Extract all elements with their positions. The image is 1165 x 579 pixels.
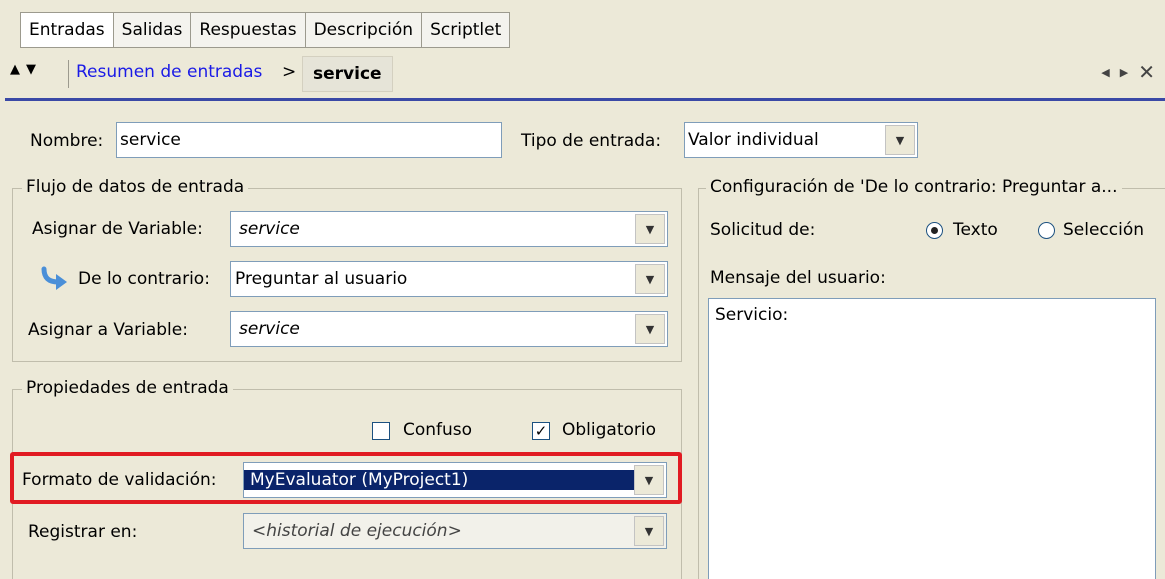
breadcrumb-separator: >: [282, 62, 297, 82]
tipo-entrada-select[interactable]: Valor individual ▼: [684, 122, 918, 158]
down-arrow-icon[interactable]: ▼: [26, 62, 38, 77]
right-arrow-icon[interactable]: ▶: [1120, 66, 1128, 79]
mensaje-textarea[interactable]: Servicio:: [708, 298, 1156, 579]
obligatorio-checkbox[interactable]: ✓: [532, 422, 550, 440]
nombre-input[interactable]: service: [116, 122, 502, 158]
confuso-label: Confuso: [403, 420, 473, 440]
formato-select[interactable]: MyEvaluator (MyProject1) ▼: [243, 462, 667, 498]
formato-value: MyEvaluator (MyProject1): [244, 470, 634, 490]
divider: [68, 60, 69, 88]
nombre-label: Nombre:: [30, 131, 104, 151]
chevron-down-icon[interactable]: ▼: [635, 264, 665, 294]
confuso-checkbox[interactable]: [372, 422, 390, 440]
asignar-a-select[interactable]: service ▼: [230, 311, 668, 347]
solicitud-label: Solicitud de:: [710, 220, 816, 240]
chevron-down-icon[interactable]: ▼: [885, 125, 915, 155]
breadcrumb-link[interactable]: Resumen de entradas: [76, 62, 262, 82]
window-controls: ◀ ▶ ✕: [1101, 62, 1155, 82]
formato-label: Formato de validación:: [22, 470, 217, 490]
registrar-select[interactable]: <historial de ejecución> ▼: [243, 513, 667, 549]
chevron-down-icon[interactable]: ▼: [635, 214, 665, 244]
chevron-down-icon[interactable]: ▼: [635, 314, 665, 344]
chevron-down-icon[interactable]: ▼: [634, 465, 664, 495]
radio-seleccion[interactable]: [1038, 222, 1055, 239]
propiedades-title: Propiedades de entrada: [22, 378, 233, 398]
breadcrumb-current: service: [302, 56, 393, 92]
asignar-de-select[interactable]: service ▼: [230, 211, 668, 247]
check-icon: ✓: [534, 421, 548, 440]
tipo-entrada-label: Tipo de entrada:: [521, 131, 662, 151]
asignar-de-value: service: [239, 219, 300, 239]
registrar-value: <historial de ejecución>: [252, 521, 462, 541]
registrar-label: Registrar en:: [28, 522, 138, 542]
asignar-de-label: Asignar de Variable:: [32, 219, 203, 239]
config-title: Configuración de 'De lo contrario: Pregu…: [706, 177, 1122, 197]
mensaje-label: Mensaje del usuario:: [710, 268, 886, 288]
radio-texto-label: Texto: [953, 220, 998, 240]
redirect-arrow-icon: [41, 266, 67, 290]
flujo-title: Flujo de datos de entrada: [22, 177, 249, 197]
left-arrow-icon[interactable]: ◀: [1101, 66, 1109, 79]
tab-scriptlet[interactable]: Scriptlet: [422, 13, 509, 47]
contrario-select[interactable]: Preguntar al usuario ▼: [230, 261, 668, 297]
tab-entradas[interactable]: Entradas: [21, 13, 114, 47]
contrario-value: Preguntar al usuario: [235, 269, 408, 289]
tab-descripcion[interactable]: Descripción: [306, 13, 423, 47]
tab-bar: Entradas Salidas Respuestas Descripción …: [20, 12, 511, 48]
contrario-label: De lo contrario:: [78, 269, 210, 289]
asignar-a-value: service: [239, 319, 300, 339]
nav-arrows: ▲ ▼: [10, 62, 38, 77]
divider: [5, 98, 1165, 101]
tipo-entrada-value: Valor individual: [688, 130, 819, 150]
radio-texto[interactable]: [926, 222, 943, 239]
tab-salidas[interactable]: Salidas: [114, 13, 192, 47]
asignar-a-label: Asignar a Variable:: [28, 320, 188, 340]
close-icon[interactable]: ✕: [1138, 62, 1155, 82]
radio-seleccion-label: Selección: [1063, 220, 1145, 240]
up-arrow-icon[interactable]: ▲: [10, 62, 22, 77]
chevron-down-icon[interactable]: ▼: [634, 516, 664, 546]
radio-dot: [931, 227, 938, 234]
obligatorio-label: Obligatorio: [562, 420, 657, 440]
tab-respuestas[interactable]: Respuestas: [191, 13, 306, 47]
